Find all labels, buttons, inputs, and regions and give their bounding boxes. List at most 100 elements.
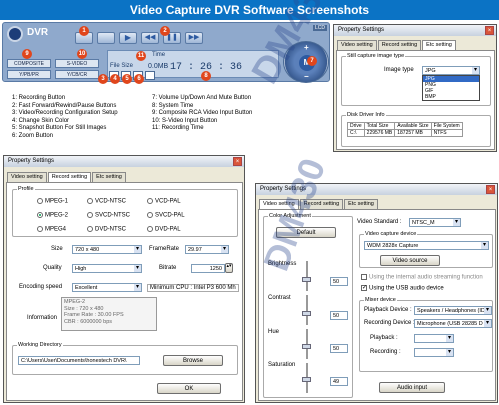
legend-item: 10: S-Video Input Button <box>152 117 218 124</box>
working-directory-input[interactable]: C:\Users\User\Documents\honestech DVR\ <box>18 356 140 365</box>
recording-device-select[interactable]: Microphone (USB 28285 D <box>414 319 492 328</box>
legend-item: 8: System Time <box>152 102 194 109</box>
badge-2: 2 <box>160 26 170 36</box>
size-select[interactable]: 720 x 480 <box>72 245 142 254</box>
tab-bar: Video setting Record setting Etc setting <box>337 40 456 50</box>
saturation-slider-thumb[interactable] <box>302 377 311 382</box>
image-type-label: Image type <box>384 67 414 73</box>
group-title: Profile <box>17 186 35 192</box>
filesize-label: File Size <box>110 63 134 69</box>
saturation-label: Saturation <box>268 362 296 368</box>
column-header: Total Size <box>363 122 396 130</box>
group-title: Working Directory <box>17 342 63 348</box>
bitrate-stepper[interactable]: ▴▾ <box>225 263 233 273</box>
fast-forward-button[interactable]: ▶▶ <box>185 32 203 44</box>
legend-item: 2: Fast Forward/Rewind/Pause Buttons <box>12 102 117 109</box>
radio-icon[interactable] <box>37 226 43 232</box>
playback-select[interactable] <box>414 334 454 343</box>
zoom-icon[interactable] <box>145 71 155 80</box>
video-standard-select[interactable]: NTSC_M <box>409 218 461 227</box>
contrast-slider-thumb[interactable] <box>302 311 311 316</box>
radio-svcd-pal[interactable]: SVCD-PAL <box>147 212 185 219</box>
usb-audio-checkbox[interactable]: ✓ Using the USB audio device <box>361 285 444 292</box>
playback-device-select[interactable]: Speakers / Headphones (ID <box>414 306 492 315</box>
radio-vcd-ntsc[interactable]: VCD-NTSC <box>87 198 126 205</box>
checkbox-icon[interactable] <box>361 274 367 280</box>
dropdown-option[interactable]: BMP <box>423 94 479 100</box>
encoding-speed-select[interactable]: Excellent <box>72 283 142 292</box>
still-capture-group: Still capture image type Image type JPG … <box>341 53 491 106</box>
framerate-select[interactable]: 29.97 <box>185 245 229 254</box>
property-settings-record-window: Property Settings × Video setting Record … <box>3 155 245 403</box>
svideo-button[interactable]: S-VIDEO <box>55 59 99 68</box>
brightness-slider-thumb[interactable] <box>302 277 311 282</box>
table-row[interactable]: C:\ 229576 MB 187257 MB NTFS <box>347 129 463 137</box>
stop-button[interactable] <box>97 32 115 44</box>
hue-slider-thumb[interactable] <box>302 344 311 349</box>
video-source-button[interactable]: Video source <box>380 255 440 266</box>
contrast-slider[interactable] <box>306 295 308 325</box>
quality-select[interactable]: High <box>72 264 142 273</box>
tab-video-setting[interactable]: Video setting <box>7 172 47 182</box>
tab-video-setting[interactable]: Video setting <box>337 40 377 50</box>
radio-icon[interactable] <box>37 198 43 204</box>
table-cell: C:\ <box>347 129 365 137</box>
radio-mpeg4[interactable]: MPEG4 <box>37 226 66 233</box>
recording-select[interactable] <box>414 348 454 357</box>
information-label: Information <box>27 315 58 321</box>
radio-svcd-ntsc[interactable]: SVCD-NTSC <box>87 212 130 219</box>
brightness-value[interactable]: 50 <box>330 277 348 286</box>
bitrate-input[interactable]: 1250 <box>191 264 225 273</box>
ypbpr-button[interactable]: Y/PB/PR <box>7 70 51 79</box>
contrast-value[interactable]: 50 <box>330 311 348 320</box>
image-type-dropdown: JPG PNG GIF BMP <box>422 75 480 101</box>
composite-button[interactable]: COMPOSITE <box>7 59 51 68</box>
close-icon[interactable]: × <box>485 26 494 35</box>
radio-icon[interactable] <box>37 212 43 218</box>
close-icon[interactable]: × <box>233 157 242 166</box>
internal-audio-checkbox[interactable]: Using the internal audio streaming funct… <box>361 274 483 281</box>
play-button[interactable]: ▶ <box>119 32 137 44</box>
radio-dvd-pal[interactable]: DVD-PAL <box>147 226 181 233</box>
time-label: Time <box>152 52 166 58</box>
tab-pane: Still capture image type Image type JPG … <box>336 50 495 150</box>
radio-icon[interactable] <box>147 212 153 218</box>
radio-label: DVD-PAL <box>155 226 181 233</box>
brightness-slider[interactable] <box>306 261 308 291</box>
min-cpu-text: Minimum CPU : Intel P3 600 Mh <box>147 284 239 292</box>
recording-device-label: Recording Device : <box>364 320 415 326</box>
ok-button[interactable]: OK <box>157 383 221 394</box>
radio-icon[interactable] <box>147 226 153 232</box>
rewind-button[interactable]: ◀◀ <box>141 32 159 44</box>
browse-button[interactable]: Browse <box>163 355 223 366</box>
radio-dvd-ntsc[interactable]: DVD-NTSC <box>87 226 126 233</box>
size-label: Size <box>51 246 63 252</box>
video-capture-select[interactable]: WDM 2828x Capture <box>364 241 489 250</box>
close-icon[interactable]: × <box>486 185 495 194</box>
radio-icon[interactable] <box>87 212 93 218</box>
ycbcr-button[interactable]: Y/CB/CR <box>55 70 99 79</box>
tab-etc-setting[interactable]: Etc setting <box>422 40 456 50</box>
radio-icon[interactable] <box>147 198 153 204</box>
tab-record-setting[interactable]: Record setting <box>47 172 92 182</box>
hue-value[interactable]: 50 <box>330 344 348 353</box>
checkbox-label: Using the USB audio device <box>369 285 444 292</box>
contrast-label: Contrast <box>268 295 291 301</box>
radio-mpeg2[interactable]: MPEG-2 <box>37 212 68 219</box>
tab-etc-setting[interactable]: Etc setting <box>344 199 378 209</box>
page-banner: Video Capture DVR Software Screenshots <box>0 0 499 20</box>
radio-icon[interactable] <box>87 226 93 232</box>
table-cell: NTFS <box>430 129 463 137</box>
volume-down-icon[interactable]: − <box>304 72 309 81</box>
legend-right: 7: Volume Up/Down And Mute Button 8: Sys… <box>152 95 252 133</box>
checkbox-icon[interactable]: ✓ <box>361 285 367 291</box>
radio-vcd-pal[interactable]: VCD-PAL <box>147 198 181 205</box>
window-titlebar: Property Settings × <box>4 156 244 167</box>
radio-mpeg1[interactable]: MPEG-1 <box>37 198 68 205</box>
tab-etc-setting[interactable]: Etc setting <box>92 172 126 182</box>
tab-record-setting[interactable]: Record setting <box>377 40 422 50</box>
audio-input-button[interactable]: Audio input <box>379 382 445 393</box>
radio-icon[interactable] <box>87 198 93 204</box>
saturation-value[interactable]: 49 <box>330 377 348 386</box>
image-type-select[interactable]: JPG <box>422 66 480 75</box>
